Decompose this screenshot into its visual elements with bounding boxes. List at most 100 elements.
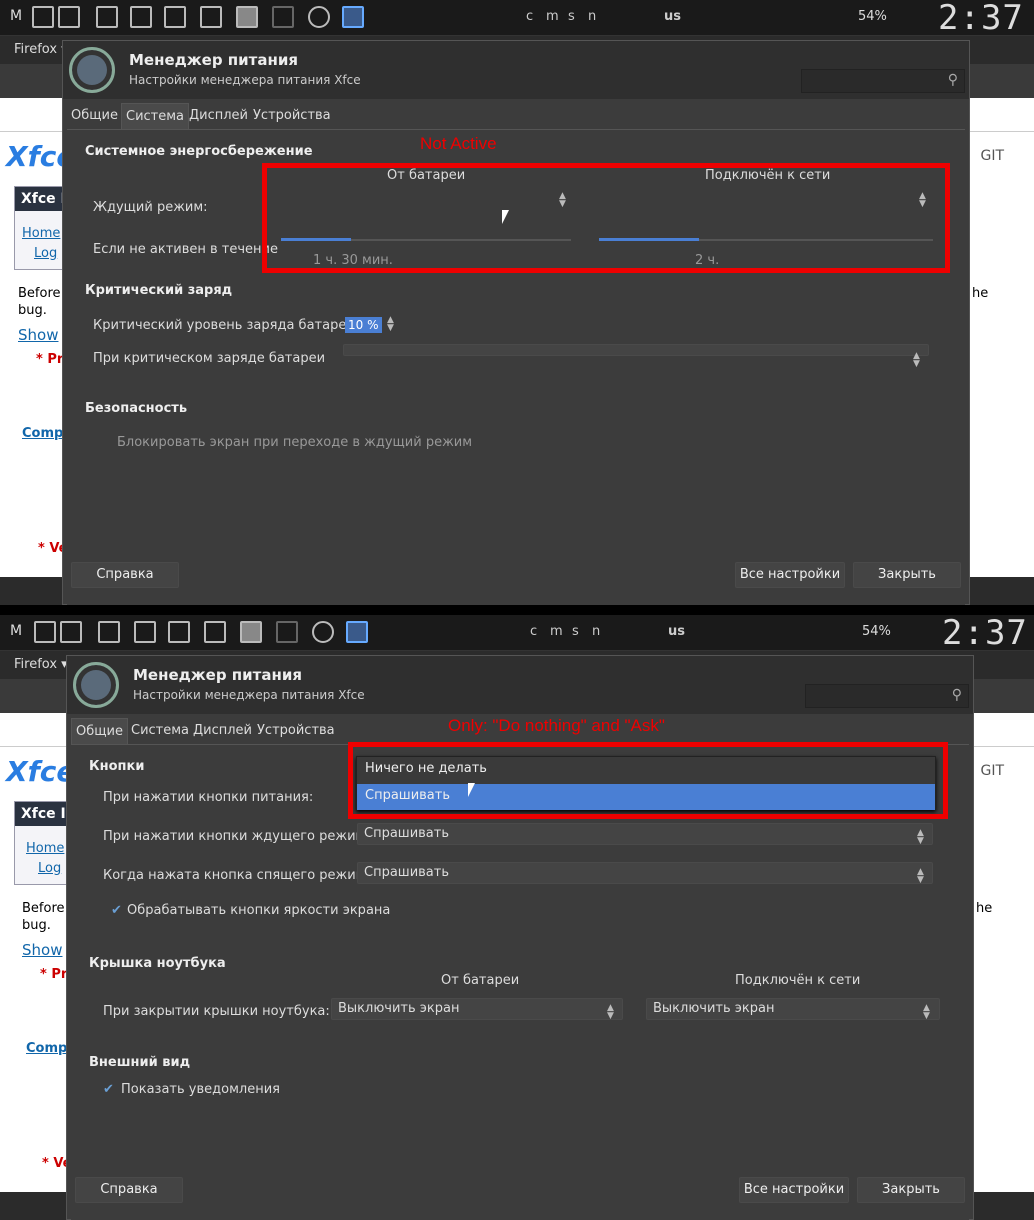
close-button[interactable]: Закрыть [853, 562, 961, 588]
app-s-icon[interactable] [240, 621, 262, 643]
spin-arrows-icon[interactable]: ▲ ▼ [917, 829, 924, 846]
checkmark-icon[interactable]: ✔ [103, 1082, 114, 1097]
annotation-text: Not Active [420, 134, 497, 153]
power-manager-window: Менеджер питания Настройки менеджера пит… [62, 40, 970, 605]
comp-link[interactable]: Comp [22, 426, 63, 441]
window-icon[interactable] [130, 6, 152, 28]
all-settings-button[interactable]: Все настройки [735, 562, 845, 588]
lid-label: При закрытии крышки ноутбука: [103, 1004, 330, 1019]
tab-display[interactable]: Дисплей [189, 718, 256, 744]
tools-icon[interactable] [272, 6, 294, 28]
window-title: Менеджер питания [133, 666, 303, 684]
lock-screen-checkbox[interactable]: Блокировать экран при переходе в ждущий … [117, 435, 472, 450]
clock[interactable]: 2:37 [938, 0, 1024, 36]
window-icon[interactable] [204, 621, 226, 643]
xfce-logo: Xfce [6, 755, 76, 788]
keyboard-layout[interactable]: us [668, 624, 685, 639]
tab-display[interactable]: Дисплей [185, 103, 252, 129]
page-text: bug. [18, 303, 47, 318]
sleep-button-label: При нажатии кнопки ждущего режима: [103, 829, 378, 844]
log-link[interactable]: Log [34, 246, 57, 261]
critical-level-input[interactable]: 10 % [345, 317, 382, 333]
tab-system[interactable]: Система [127, 718, 193, 744]
window-icon[interactable] [34, 621, 56, 643]
panel-m-label: M [10, 8, 23, 24]
lid-ac-combo[interactable]: Выключить экран [646, 998, 940, 1020]
kbd-indicator-c: c [526, 9, 534, 24]
column-battery: От батареи [441, 973, 520, 988]
kbd-indicator-m: m [546, 9, 559, 24]
window-icon[interactable] [134, 621, 156, 643]
critical-level-label: Критический уровень заряда батареи: [93, 318, 360, 333]
hibernate-button-label: Когда нажата кнопка спящего режима: [103, 868, 378, 883]
annotation-box [348, 742, 948, 819]
firefox-menu[interactable]: Firefox ▾ [14, 657, 68, 672]
show-link[interactable]: Show [22, 941, 62, 959]
comp-link[interactable]: Comp [26, 1041, 67, 1056]
all-settings-button[interactable]: Все настройки [739, 1177, 849, 1203]
spin-arrows-icon[interactable]: ▲ ▼ [917, 868, 924, 885]
hibernate-button-combo[interactable]: Спрашивать [357, 862, 933, 884]
spin-arrows-icon[interactable]: ▲ ▼ [607, 1004, 614, 1021]
search-field[interactable]: ⚲ [801, 69, 965, 93]
window-icon[interactable] [96, 6, 118, 28]
window-icon[interactable] [32, 6, 54, 28]
swap-icon[interactable] [342, 6, 364, 28]
kbd-indicator-s: s [572, 624, 579, 639]
checkmark-icon[interactable]: ✔ [111, 903, 122, 918]
git-link[interactable]: GIT [980, 763, 1004, 779]
tab-general[interactable]: Общие [71, 718, 128, 744]
window-icon[interactable] [58, 6, 80, 28]
battery-percent[interactable]: 54% [862, 624, 891, 639]
sleep-button-combo[interactable]: Спрашивать [357, 823, 933, 845]
page-text: Before [18, 286, 61, 301]
brightness-checkbox-label[interactable]: Обрабатывать кнопки яркости экрана [127, 903, 390, 918]
section-security: Безопасность [85, 401, 188, 416]
window-subtitle: Настройки менеджера питания Xfce [133, 688, 365, 702]
mouse-cursor-icon [502, 210, 509, 224]
git-link[interactable]: GIT [980, 148, 1004, 164]
page-text: * Pr [40, 967, 68, 982]
search-icon: ⚲ [951, 687, 962, 703]
notifications-checkbox-label[interactable]: Показать уведомления [121, 1082, 280, 1097]
window-title: Менеджер питания [129, 51, 299, 69]
spin-arrows-icon[interactable]: ▲ ▼ [387, 316, 394, 333]
help-button[interactable]: Справка [75, 1177, 183, 1203]
search-field[interactable]: ⚲ [805, 684, 969, 708]
page-text: bug. [22, 918, 51, 933]
page-text: he [976, 901, 993, 916]
window-icon[interactable] [168, 621, 190, 643]
lid-battery-combo[interactable]: Выключить экран [331, 998, 623, 1020]
clock[interactable]: 2:37 [942, 615, 1028, 651]
tab-system[interactable]: Система [121, 103, 190, 129]
window-header: Менеджер питания Настройки менеджера пит… [67, 656, 973, 714]
help-button[interactable]: Справка [71, 562, 179, 588]
window-icon[interactable] [60, 621, 82, 643]
swap-icon[interactable] [346, 621, 368, 643]
spin-arrows-icon[interactable]: ▲ ▼ [923, 1004, 930, 1021]
window-icon[interactable] [200, 6, 222, 28]
close-button[interactable]: Закрыть [857, 1177, 965, 1203]
tab-devices[interactable]: Устройства [253, 718, 339, 744]
window-icon[interactable] [164, 6, 186, 28]
show-link[interactable]: Show [18, 326, 58, 344]
log-link[interactable]: Log [38, 861, 61, 876]
battery-percent[interactable]: 54% [858, 9, 887, 24]
section-critical: Критический заряд [85, 283, 233, 298]
tab-general[interactable]: Общие [67, 103, 122, 129]
power-manager-icon [69, 47, 115, 93]
mouse-cursor-icon [468, 783, 475, 797]
home-link[interactable]: Home [26, 841, 64, 856]
page-text: * Pr [36, 352, 64, 367]
globe-icon[interactable] [312, 621, 334, 643]
spin-arrows-icon[interactable]: ▲ ▼ [913, 352, 920, 369]
globe-icon[interactable] [308, 6, 330, 28]
on-critical-combo[interactable] [343, 344, 929, 356]
firefox-menu[interactable]: Firefox ▾ [14, 42, 68, 57]
app-s-icon[interactable] [236, 6, 258, 28]
tab-devices[interactable]: Устройства [249, 103, 335, 129]
tools-icon[interactable] [276, 621, 298, 643]
window-icon[interactable] [98, 621, 120, 643]
keyboard-layout[interactable]: us [664, 9, 681, 24]
home-link[interactable]: Home [22, 226, 60, 241]
